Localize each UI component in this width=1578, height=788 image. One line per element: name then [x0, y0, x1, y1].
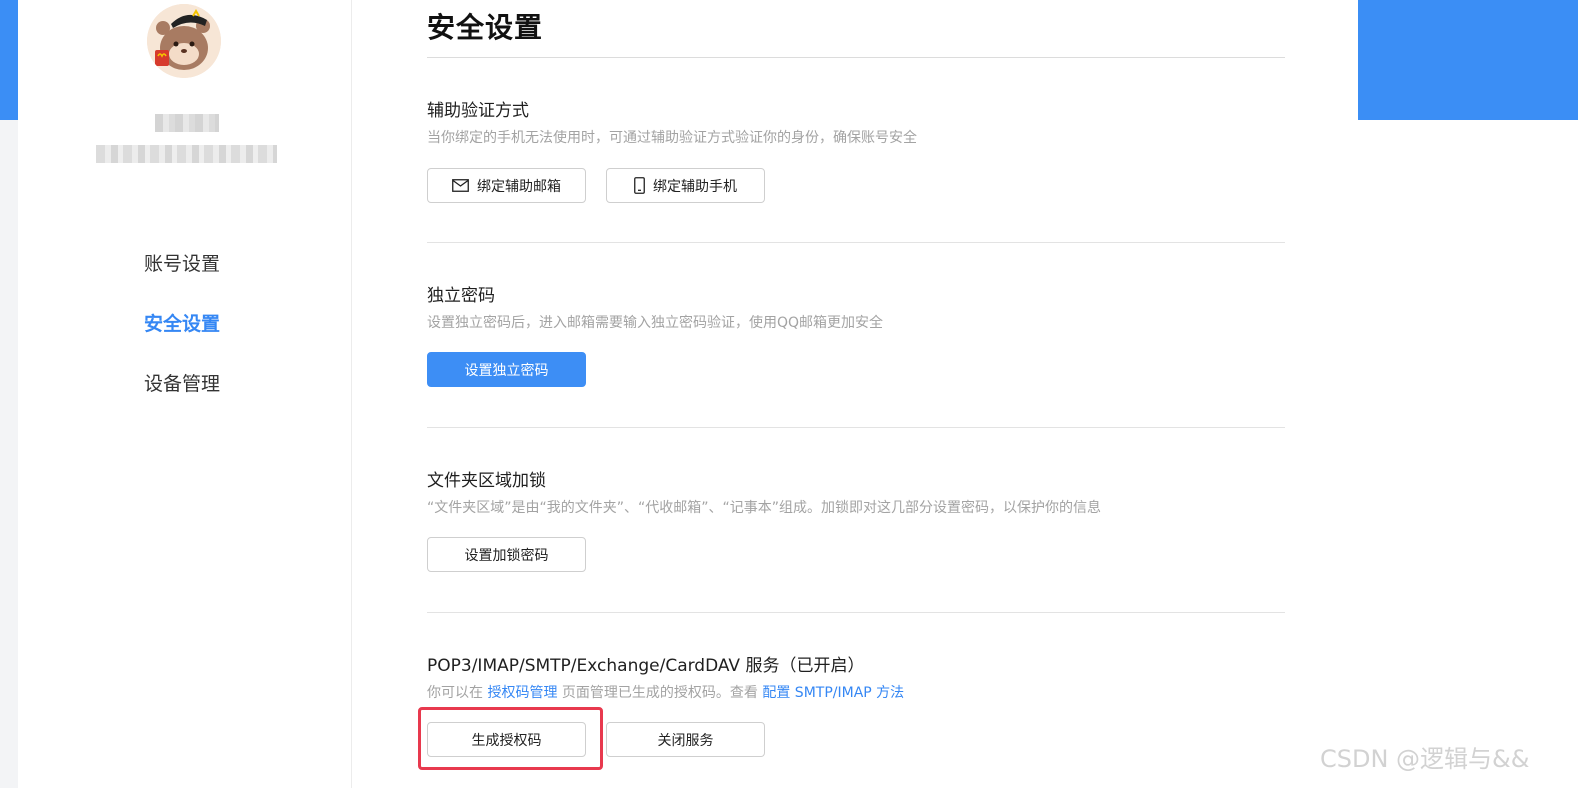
close-service-button[interactable]: 关闭服务: [606, 722, 765, 757]
phone-icon: [634, 177, 645, 194]
section-title: 独立密码: [427, 286, 495, 306]
divider: [427, 427, 1285, 428]
sidebar-item-security[interactable]: 安全设置: [144, 309, 220, 369]
section-folder-lock: 文件夹区域加锁 “文件夹区域”是由“我的文件夹”、“代收邮箱”、“记事本”组成。…: [427, 470, 1285, 518]
page-background-right: [1358, 120, 1578, 788]
bear-avatar-icon[interactable]: [147, 4, 221, 78]
section-backup-verification: 辅助验证方式 当你绑定的手机无法使用时，可通过辅助验证方式验证你的身份，确保账号…: [427, 100, 1285, 148]
section-description: 你可以在 授权码管理 页面管理已生成的授权码。查看 配置 SMTP/IMAP 方…: [427, 683, 1285, 703]
button-row: 设置加锁密码: [427, 537, 586, 572]
sidebar-nav: 账号设置 安全设置 设备管理: [144, 249, 220, 429]
section-independent-password: 独立密码 设置独立密码后，进入邮箱需要输入独立密码验证，使用QQ邮箱更加安全: [427, 285, 1285, 333]
auth-code-management-link[interactable]: 授权码管理: [487, 685, 557, 701]
divider: [427, 57, 1285, 58]
section-description: 设置独立密码后，进入邮箱需要输入独立密码验证，使用QQ邮箱更加安全: [427, 315, 884, 331]
settings-card: 账号设置 安全设置 设备管理 安全设置 辅助验证方式 当你绑定的手机无法使用时，…: [18, 0, 1358, 788]
section-description: 当你绑定的手机无法使用时，可通过辅助验证方式验证你的身份，确保账号安全: [427, 130, 917, 146]
section-description: “文件夹区域”是由“我的文件夹”、“代收邮箱”、“记事本”组成。加锁即对这几部分…: [427, 500, 1102, 516]
set-independent-password-button[interactable]: 设置独立密码: [427, 352, 586, 387]
divider: [427, 242, 1285, 243]
button-label: 绑定辅助邮箱: [477, 178, 561, 195]
button-row: 绑定辅助邮箱 绑定辅助手机: [427, 168, 765, 203]
bind-backup-email-button[interactable]: 绑定辅助邮箱: [427, 168, 586, 203]
mail-icon: [452, 179, 469, 192]
button-label: 绑定辅助手机: [653, 178, 737, 195]
sidebar-item-account[interactable]: 账号设置: [144, 249, 220, 309]
user-email-blurred: [96, 145, 277, 163]
section-mail-protocol-services: POP3/IMAP/SMTP/Exchange/CardDAV 服务（已开启） …: [427, 655, 1285, 703]
sidebar: 账号设置 安全设置 设备管理: [18, 0, 352, 788]
bind-backup-phone-button[interactable]: 绑定辅助手机: [606, 168, 765, 203]
page-title: 安全设置: [427, 11, 544, 44]
button-row: 设置独立密码: [427, 352, 586, 387]
header-band-left: [0, 0, 18, 120]
section-title: 文件夹区域加锁: [427, 471, 546, 491]
header-band-right: [1358, 0, 1578, 120]
user-name-blurred: [155, 114, 219, 132]
divider: [427, 612, 1285, 613]
section-title: 辅助验证方式: [427, 101, 529, 121]
section-title: POP3/IMAP/SMTP/Exchange/CardDAV 服务（已开启）: [427, 656, 865, 676]
set-lock-password-button[interactable]: 设置加锁密码: [427, 537, 586, 572]
sidebar-item-devices[interactable]: 设备管理: [144, 369, 220, 429]
smtp-imap-config-link[interactable]: 配置 SMTP/IMAP 方法: [762, 685, 904, 701]
description-text: 你可以在: [427, 685, 488, 701]
highlight-box: [418, 707, 603, 770]
description-text: 页面管理已生成的授权码。查看: [557, 685, 763, 701]
watermark: CSDN @逻辑与&&: [1320, 745, 1530, 773]
